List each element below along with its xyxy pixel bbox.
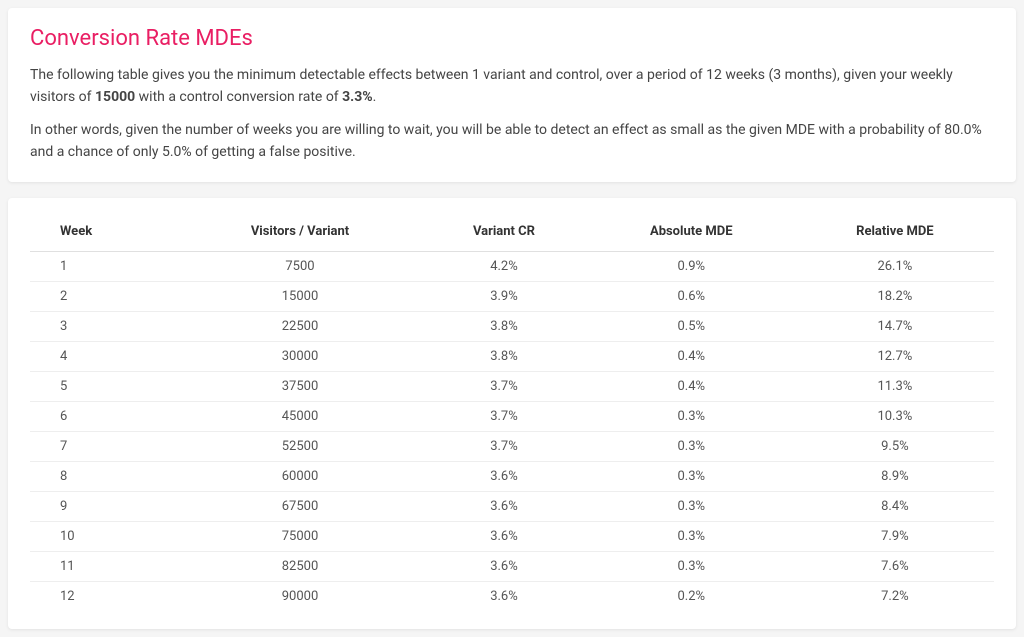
cell-week: 10 — [30, 521, 179, 551]
cell-variant_cr: 3.6% — [421, 551, 587, 581]
page-title: Conversion Rate MDEs — [30, 26, 994, 51]
cell-week: 11 — [30, 551, 179, 581]
cell-rel_mde: 8.4% — [796, 491, 994, 521]
cell-visitors: 82500 — [179, 551, 421, 581]
cell-variant_cr: 3.6% — [421, 521, 587, 551]
cell-variant_cr: 3.7% — [421, 371, 587, 401]
table-row: 9675003.6%0.3%8.4% — [30, 491, 994, 521]
cell-variant_cr: 3.9% — [421, 281, 587, 311]
cell-rel_mde: 8.9% — [796, 461, 994, 491]
cell-variant_cr: 3.6% — [421, 491, 587, 521]
table-row: 7525003.7%0.3%9.5% — [30, 431, 994, 461]
control-cr-value: 3.3% — [342, 89, 372, 105]
cell-variant_cr: 3.6% — [421, 581, 587, 611]
cell-variant_cr: 3.8% — [421, 341, 587, 371]
table-row: 11825003.6%0.3%7.6% — [30, 551, 994, 581]
cell-abs_mde: 0.3% — [587, 461, 796, 491]
cell-rel_mde: 10.3% — [796, 401, 994, 431]
table-row: 4300003.8%0.4%12.7% — [30, 341, 994, 371]
cell-rel_mde: 9.5% — [796, 431, 994, 461]
cell-variant_cr: 3.8% — [421, 311, 587, 341]
col-rel-mde: Relative MDE — [796, 210, 994, 252]
cell-abs_mde: 0.3% — [587, 551, 796, 581]
mde-table: Week Visitors / Variant Variant CR Absol… — [30, 210, 994, 611]
cell-visitors: 60000 — [179, 461, 421, 491]
cell-abs_mde: 0.3% — [587, 431, 796, 461]
table-header-row: Week Visitors / Variant Variant CR Absol… — [30, 210, 994, 252]
cell-variant_cr: 3.6% — [421, 461, 587, 491]
col-visitors: Visitors / Variant — [179, 210, 421, 252]
cell-abs_mde: 0.4% — [587, 371, 796, 401]
table-card: Week Visitors / Variant Variant CR Absol… — [8, 198, 1016, 629]
cell-variant_cr: 4.2% — [421, 251, 587, 281]
cell-visitors: 45000 — [179, 401, 421, 431]
col-abs-mde: Absolute MDE — [587, 210, 796, 252]
cell-week: 1 — [30, 251, 179, 281]
cell-rel_mde: 26.1% — [796, 251, 994, 281]
cell-rel_mde: 7.6% — [796, 551, 994, 581]
cell-rel_mde: 12.7% — [796, 341, 994, 371]
cell-rel_mde: 11.3% — [796, 371, 994, 401]
cell-rel_mde: 14.7% — [796, 311, 994, 341]
table-row: 175004.2%0.9%26.1% — [30, 251, 994, 281]
table-row: 6450003.7%0.3%10.3% — [30, 401, 994, 431]
desc1-end: . — [373, 89, 377, 105]
cell-abs_mde: 0.2% — [587, 581, 796, 611]
cell-week: 12 — [30, 581, 179, 611]
cell-abs_mde: 0.6% — [587, 281, 796, 311]
cell-week: 5 — [30, 371, 179, 401]
cell-week: 9 — [30, 491, 179, 521]
cell-rel_mde: 7.2% — [796, 581, 994, 611]
cell-week: 4 — [30, 341, 179, 371]
visitors-value: 15000 — [95, 89, 135, 105]
description-2: In other words, given the number of week… — [30, 120, 994, 163]
cell-week: 8 — [30, 461, 179, 491]
table-row: 5375003.7%0.4%11.3% — [30, 371, 994, 401]
cell-visitors: 15000 — [179, 281, 421, 311]
cell-week: 7 — [30, 431, 179, 461]
cell-abs_mde: 0.9% — [587, 251, 796, 281]
cell-visitors: 90000 — [179, 581, 421, 611]
table-row: 8600003.6%0.3%8.9% — [30, 461, 994, 491]
desc1-mid: with a control conversion rate of — [135, 89, 342, 105]
col-week: Week — [30, 210, 179, 252]
cell-week: 6 — [30, 401, 179, 431]
cell-week: 2 — [30, 281, 179, 311]
cell-visitors: 75000 — [179, 521, 421, 551]
cell-visitors: 7500 — [179, 251, 421, 281]
table-row: 10750003.6%0.3%7.9% — [30, 521, 994, 551]
cell-visitors: 30000 — [179, 341, 421, 371]
cell-visitors: 37500 — [179, 371, 421, 401]
header-card: Conversion Rate MDEs The following table… — [8, 8, 1016, 182]
cell-variant_cr: 3.7% — [421, 401, 587, 431]
cell-visitors: 22500 — [179, 311, 421, 341]
cell-abs_mde: 0.3% — [587, 401, 796, 431]
description-1: The following table gives you the minimu… — [30, 65, 994, 108]
cell-abs_mde: 0.3% — [587, 521, 796, 551]
cell-abs_mde: 0.4% — [587, 341, 796, 371]
cell-variant_cr: 3.7% — [421, 431, 587, 461]
table-row: 12900003.6%0.2%7.2% — [30, 581, 994, 611]
cell-rel_mde: 7.9% — [796, 521, 994, 551]
cell-week: 3 — [30, 311, 179, 341]
cell-rel_mde: 18.2% — [796, 281, 994, 311]
col-variant-cr: Variant CR — [421, 210, 587, 252]
cell-visitors: 52500 — [179, 431, 421, 461]
cell-abs_mde: 0.5% — [587, 311, 796, 341]
table-row: 3225003.8%0.5%14.7% — [30, 311, 994, 341]
cell-visitors: 67500 — [179, 491, 421, 521]
cell-abs_mde: 0.3% — [587, 491, 796, 521]
table-row: 2150003.9%0.6%18.2% — [30, 281, 994, 311]
